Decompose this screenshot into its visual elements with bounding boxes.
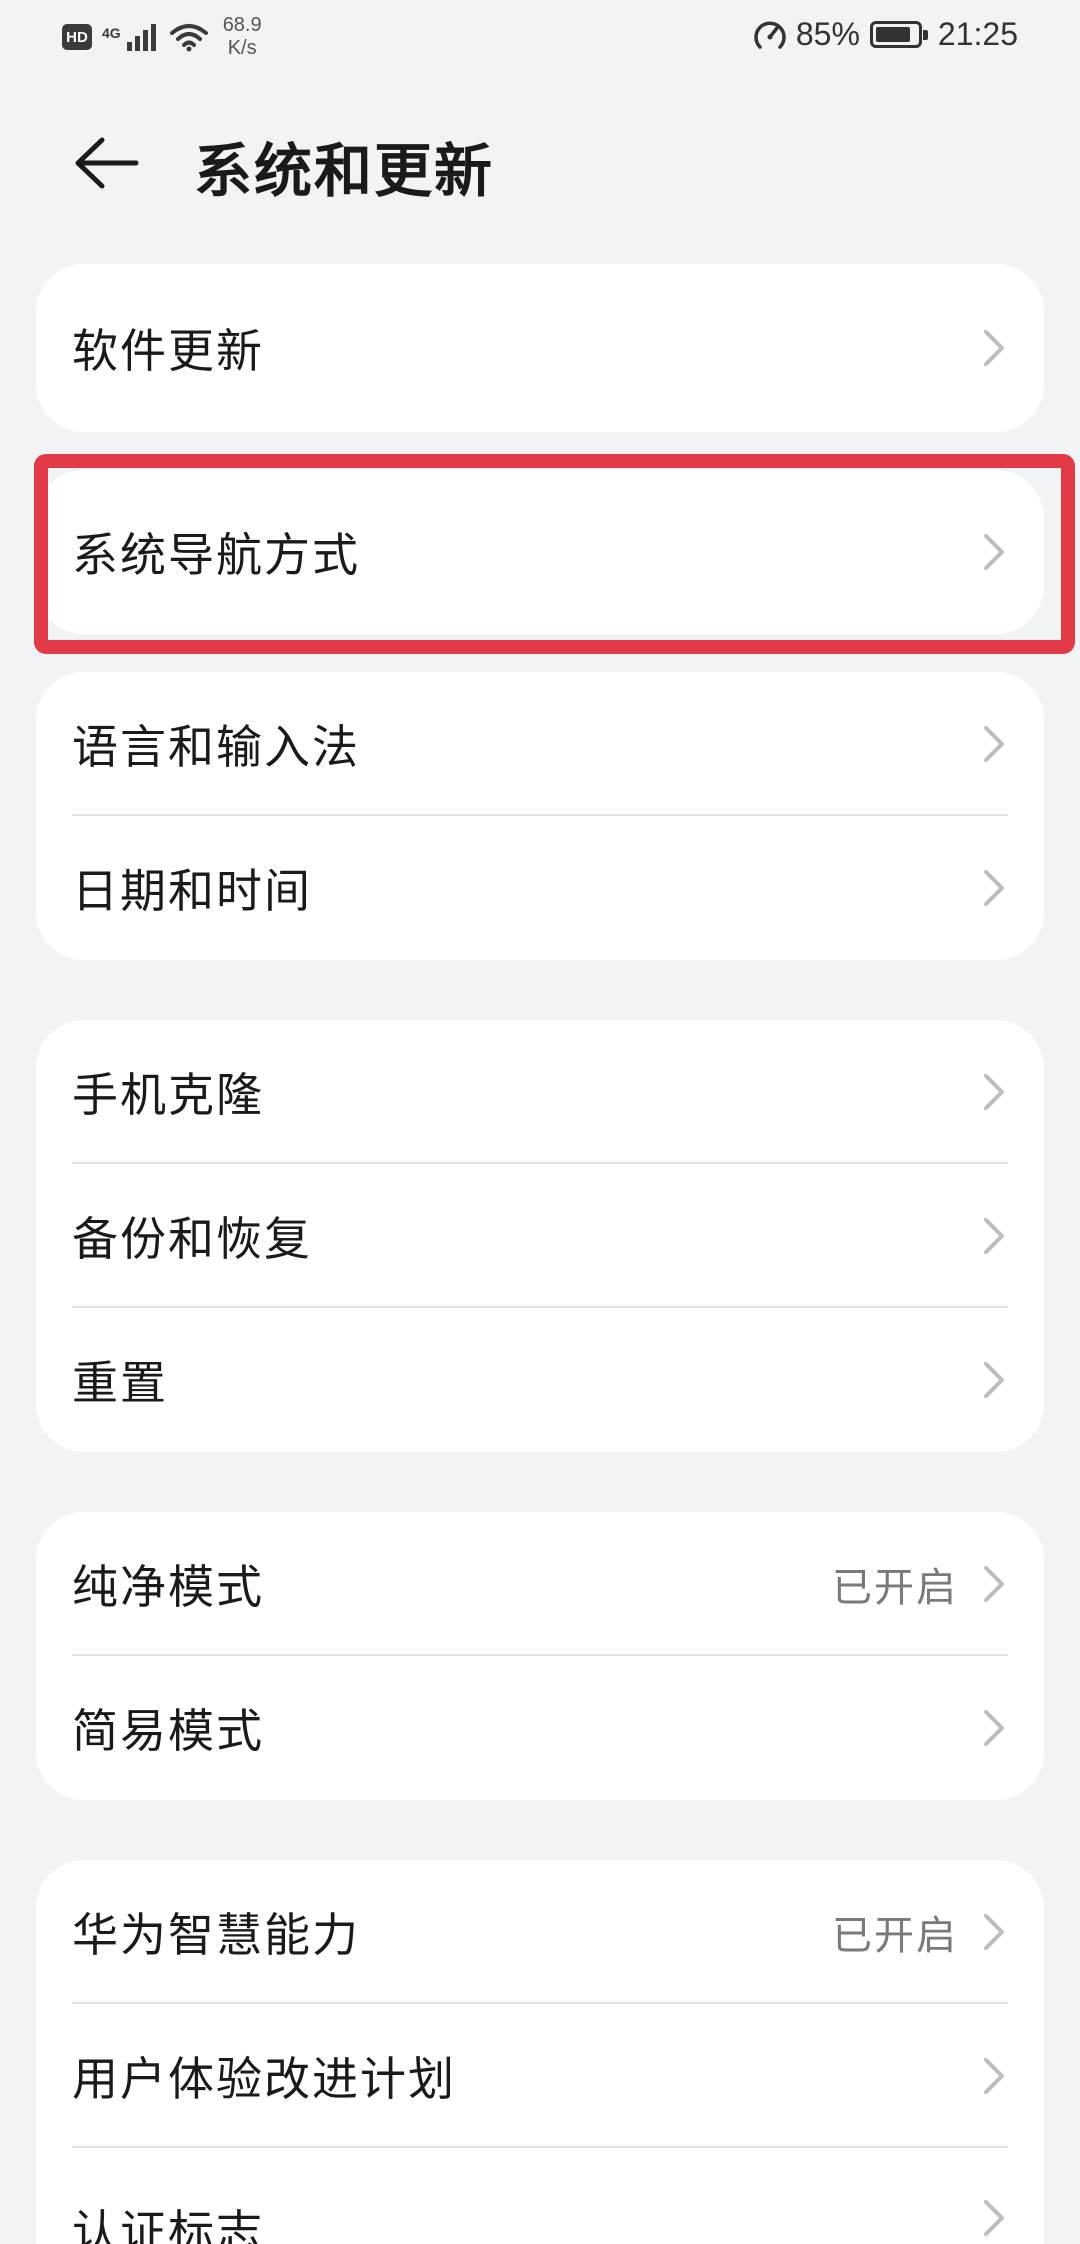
chevron-right-icon xyxy=(984,870,1004,906)
settings-group-modes: 纯净模式 已开启 简易模式 xyxy=(36,1512,1044,1800)
wifi-icon xyxy=(169,24,208,52)
settings-group-language-date: 语言和输入法 日期和时间 xyxy=(36,672,1044,960)
setting-status-value: 已开启 xyxy=(832,1565,958,1611)
setting-row-phone-clone[interactable]: 手机克隆 xyxy=(36,1020,1044,1164)
chevron-right-icon xyxy=(984,534,1004,570)
setting-label: 简易模式 xyxy=(72,1704,264,1758)
setting-label: 纯净模式 xyxy=(72,1560,264,1614)
setting-label: 用户体验改进计划 xyxy=(72,2052,456,2106)
chevron-right-icon xyxy=(984,2058,1004,2094)
network-speed-value: 68.9 xyxy=(222,14,262,36)
setting-row-reset[interactable]: 重置 xyxy=(36,1308,1044,1452)
battery-level xyxy=(875,27,910,42)
chevron-right-icon xyxy=(984,1914,1004,1950)
setting-row-software-update[interactable]: 软件更新 xyxy=(36,264,1044,432)
chevron-right-icon xyxy=(984,1074,1004,1110)
setting-row-huawei-intelligence[interactable]: 华为智慧能力 已开启 xyxy=(36,1860,1044,2004)
back-button[interactable] xyxy=(72,128,142,198)
setting-row-user-experience[interactable]: 用户体验改进计划 xyxy=(36,2004,1044,2148)
cellular-signal-icon xyxy=(126,24,156,51)
setting-row-date-time[interactable]: 日期和时间 xyxy=(36,816,1044,960)
setting-label: 手机克隆 xyxy=(72,1068,264,1122)
setting-label: 认证标志 xyxy=(72,2205,264,2244)
settings-group-huawei: 华为智慧能力 已开启 用户体验改进计划 认证标志 xyxy=(36,1860,1044,2244)
chevron-right-icon xyxy=(984,330,1004,366)
network-speed: 68.9 K/s xyxy=(223,14,262,60)
chevron-right-icon xyxy=(984,1566,1004,1602)
setting-label: 语言和输入法 xyxy=(72,720,360,774)
setting-row-simple-mode[interactable]: 简易模式 xyxy=(36,1656,1044,1800)
setting-label: 软件更新 xyxy=(72,324,264,378)
setting-row-system-navigation[interactable]: 系统导航方式 xyxy=(36,470,1044,634)
hd-icon: HD xyxy=(62,24,92,50)
page-title: 系统和更新 xyxy=(194,137,495,205)
setting-row-certification[interactable]: 认证标志 xyxy=(36,2148,1044,2244)
settings-group-backup: 手机克隆 备份和恢复 重置 xyxy=(36,1020,1044,1452)
setting-row-backup-restore[interactable]: 备份和恢复 xyxy=(36,1164,1044,1308)
chevron-right-icon xyxy=(984,1218,1004,1254)
battery-percent: 85% xyxy=(795,16,860,52)
status-bar: HD 4G 68.9 K/s 85% 21:25 xyxy=(0,0,1080,72)
chevron-right-icon xyxy=(984,2200,1004,2236)
status-left: HD 4G 68.9 K/s xyxy=(62,14,262,60)
app-header: 系统和更新 xyxy=(0,110,1080,210)
setting-label: 日期和时间 xyxy=(72,864,312,918)
settings-group-update: 软件更新 xyxy=(36,264,1044,432)
chevron-right-icon xyxy=(984,726,1004,762)
clock: 21:25 xyxy=(937,16,1018,52)
setting-label: 系统导航方式 xyxy=(72,528,360,582)
setting-label: 备份和恢复 xyxy=(72,1212,312,1266)
data-saver-icon xyxy=(754,20,786,49)
chevron-right-icon xyxy=(984,1362,1004,1398)
battery-icon xyxy=(869,21,928,48)
network-speed-unit: K/s xyxy=(227,37,257,59)
status-right: 85% 21:25 xyxy=(752,16,1018,53)
network-type-label: 4G xyxy=(102,25,121,41)
setting-label: 重置 xyxy=(72,1356,168,1410)
settings-group-navigation: 系统导航方式 xyxy=(36,470,1044,634)
setting-row-language-input[interactable]: 语言和输入法 xyxy=(36,672,1044,816)
setting-row-pure-mode[interactable]: 纯净模式 已开启 xyxy=(36,1512,1044,1656)
setting-status-value: 已开启 xyxy=(832,1913,958,1959)
setting-label: 华为智慧能力 xyxy=(72,1908,360,1962)
chevron-right-icon xyxy=(984,1710,1004,1746)
back-arrow-icon xyxy=(75,137,139,189)
